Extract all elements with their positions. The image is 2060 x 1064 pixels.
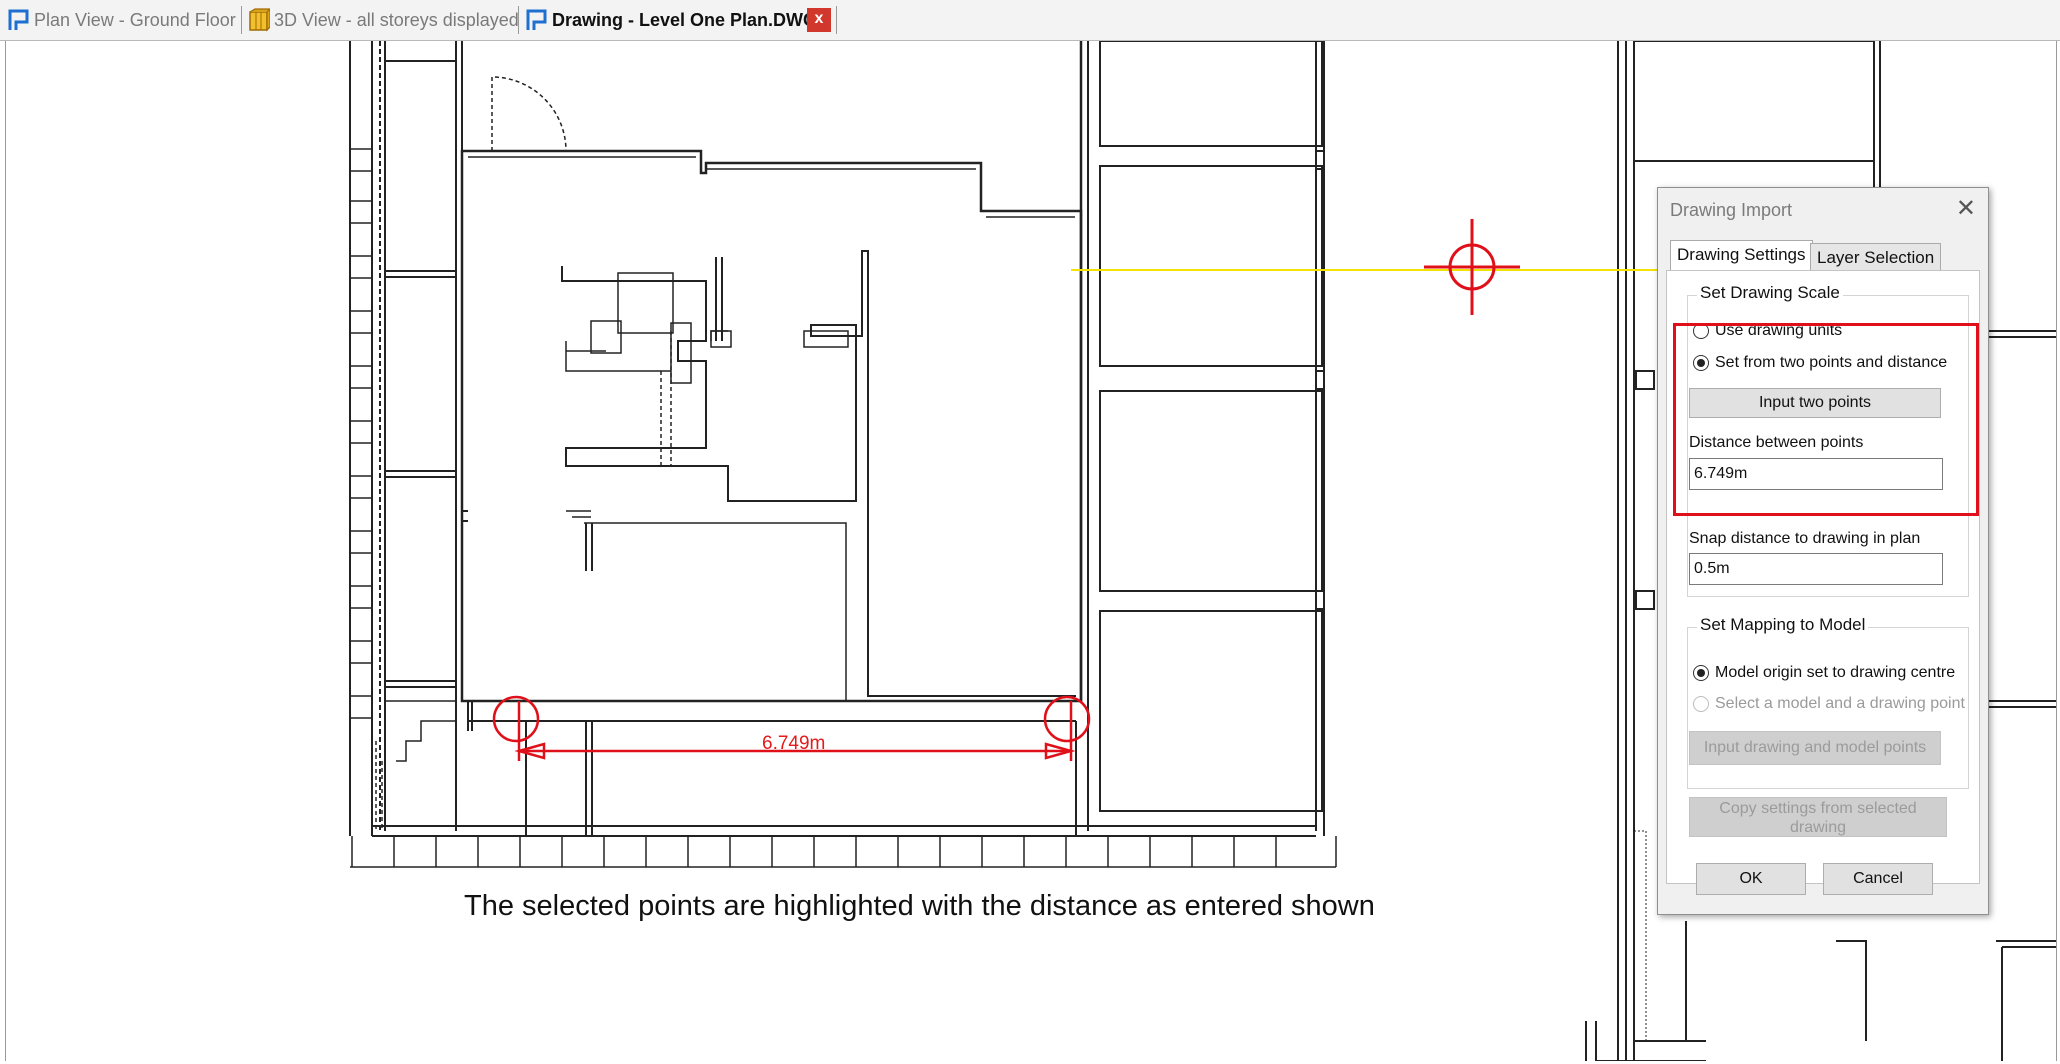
scale-group-label: Set Drawing Scale — [1697, 283, 1843, 303]
input-drawing-model-points-button[interactable]: Input drawing and model points — [1689, 731, 1941, 765]
selected-point-1 — [492, 695, 540, 743]
snap-distance-field[interactable] — [1689, 553, 1943, 585]
caption-text: The selected points are highlighted with… — [464, 890, 1375, 922]
tab-label: Plan View - Ground Floor — [34, 9, 236, 30]
snap-distance-label: Snap distance to drawing in plan — [1689, 530, 1921, 547]
copy-settings-button[interactable]: Copy settings from selected drawing — [1689, 797, 1947, 837]
crosshair-cursor-icon — [1424, 219, 1520, 315]
tab-drawing-settings[interactable]: Drawing Settings — [1670, 240, 1813, 272]
3d-view-icon — [248, 8, 272, 32]
drawing-import-dialog: Drawing Import ✕ Drawing Settings Layer … — [1657, 187, 1989, 915]
radio-label: Select a model and a drawing point — [1715, 695, 1965, 712]
drawing-icon — [526, 8, 548, 32]
tab-label: Drawing - Level One Plan.DWG — [552, 9, 818, 30]
dialog-title: Drawing Import — [1670, 200, 1793, 220]
radio-indicator — [1693, 665, 1709, 681]
tab-separator — [241, 6, 242, 34]
document-tab-bar: Plan View - Ground Floor 3D View - all s… — [0, 0, 2060, 41]
highlight-box — [1673, 323, 1979, 516]
tab-layer-selection[interactable]: Layer Selection — [1810, 243, 1942, 273]
ok-button[interactable]: OK — [1696, 863, 1806, 895]
radio-model-origin-drawing-centre[interactable]: Model origin set to drawing centre — [1693, 664, 1955, 682]
radio-label: Model origin set to drawing centre — [1715, 664, 1956, 681]
radio-indicator — [1693, 696, 1709, 712]
close-tab-button[interactable]: x — [807, 8, 831, 32]
dimension-label: 6.749m — [762, 733, 826, 754]
plan-view-icon — [8, 8, 30, 32]
selected-point-2 — [1043, 695, 1091, 743]
tab-separator — [836, 6, 837, 34]
tab-label: 3D View - all storeys displayed — [274, 9, 519, 30]
tab-3d-view[interactable]: 3D View - all storeys displayed — [248, 4, 519, 36]
radio-select-model-and-point[interactable]: Select a model and a drawing point — [1693, 695, 1965, 713]
close-icon[interactable]: ✕ — [1956, 194, 1976, 223]
tab-drawing[interactable]: Drawing - Level One Plan.DWG — [526, 4, 817, 36]
tab-separator — [518, 6, 519, 34]
tab-plan-view[interactable]: Plan View - Ground Floor — [8, 4, 236, 36]
mapping-group-label: Set Mapping to Model — [1697, 615, 1869, 635]
cancel-button[interactable]: Cancel — [1823, 863, 1933, 895]
